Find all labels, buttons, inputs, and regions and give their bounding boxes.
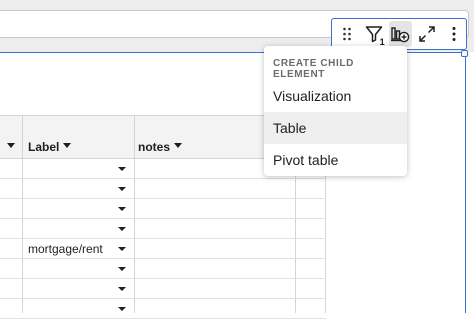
menu-item-pivot-table[interactable]: Pivot table — [264, 144, 407, 176]
cell-dropdown-icon[interactable] — [118, 247, 126, 251]
drag-handle-icon[interactable] — [335, 21, 359, 47]
cell-dropdown-icon[interactable] — [118, 167, 126, 171]
cell-dropdown-icon[interactable] — [118, 207, 126, 211]
menu-item-table[interactable]: Table — [264, 112, 407, 144]
table-row[interactable] — [0, 199, 326, 219]
table-row[interactable] — [0, 299, 326, 319]
column-menu-caret-icon[interactable] — [174, 143, 182, 148]
add-child-chart-icon[interactable] — [388, 21, 413, 47]
column-menu-caret-icon[interactable] — [7, 143, 15, 148]
cell-dropdown-icon[interactable] — [118, 227, 126, 231]
expand-icon[interactable] — [415, 21, 439, 47]
filter-button[interactable]: 1 — [362, 21, 386, 47]
resize-handle[interactable] — [461, 50, 468, 57]
label-cell[interactable]: mortgage/rent — [28, 242, 103, 256]
table-row[interactable] — [0, 219, 326, 239]
cell-dropdown-icon[interactable] — [118, 187, 126, 191]
cell-dropdown-icon[interactable] — [118, 267, 126, 271]
menu-item-visualization[interactable]: Visualization — [264, 80, 407, 112]
column-header-label[interactable]: Label — [28, 140, 59, 154]
cell-dropdown-icon[interactable] — [118, 307, 126, 311]
table-row[interactable] — [0, 259, 326, 279]
column-header-notes[interactable]: notes — [138, 140, 170, 154]
column-menu-caret-icon[interactable] — [63, 143, 71, 148]
more-options-icon[interactable] — [442, 21, 466, 47]
cell-dropdown-icon[interactable] — [118, 287, 126, 291]
table-row[interactable] — [0, 179, 326, 199]
table-row[interactable] — [0, 279, 326, 299]
menu-title: CREATE CHILD ELEMENT — [273, 58, 354, 80]
table-row[interactable]: mortgage/rent — [0, 239, 326, 259]
create-child-element-menu: CREATE CHILD ELEMENT Visualization Table… — [264, 46, 407, 176]
